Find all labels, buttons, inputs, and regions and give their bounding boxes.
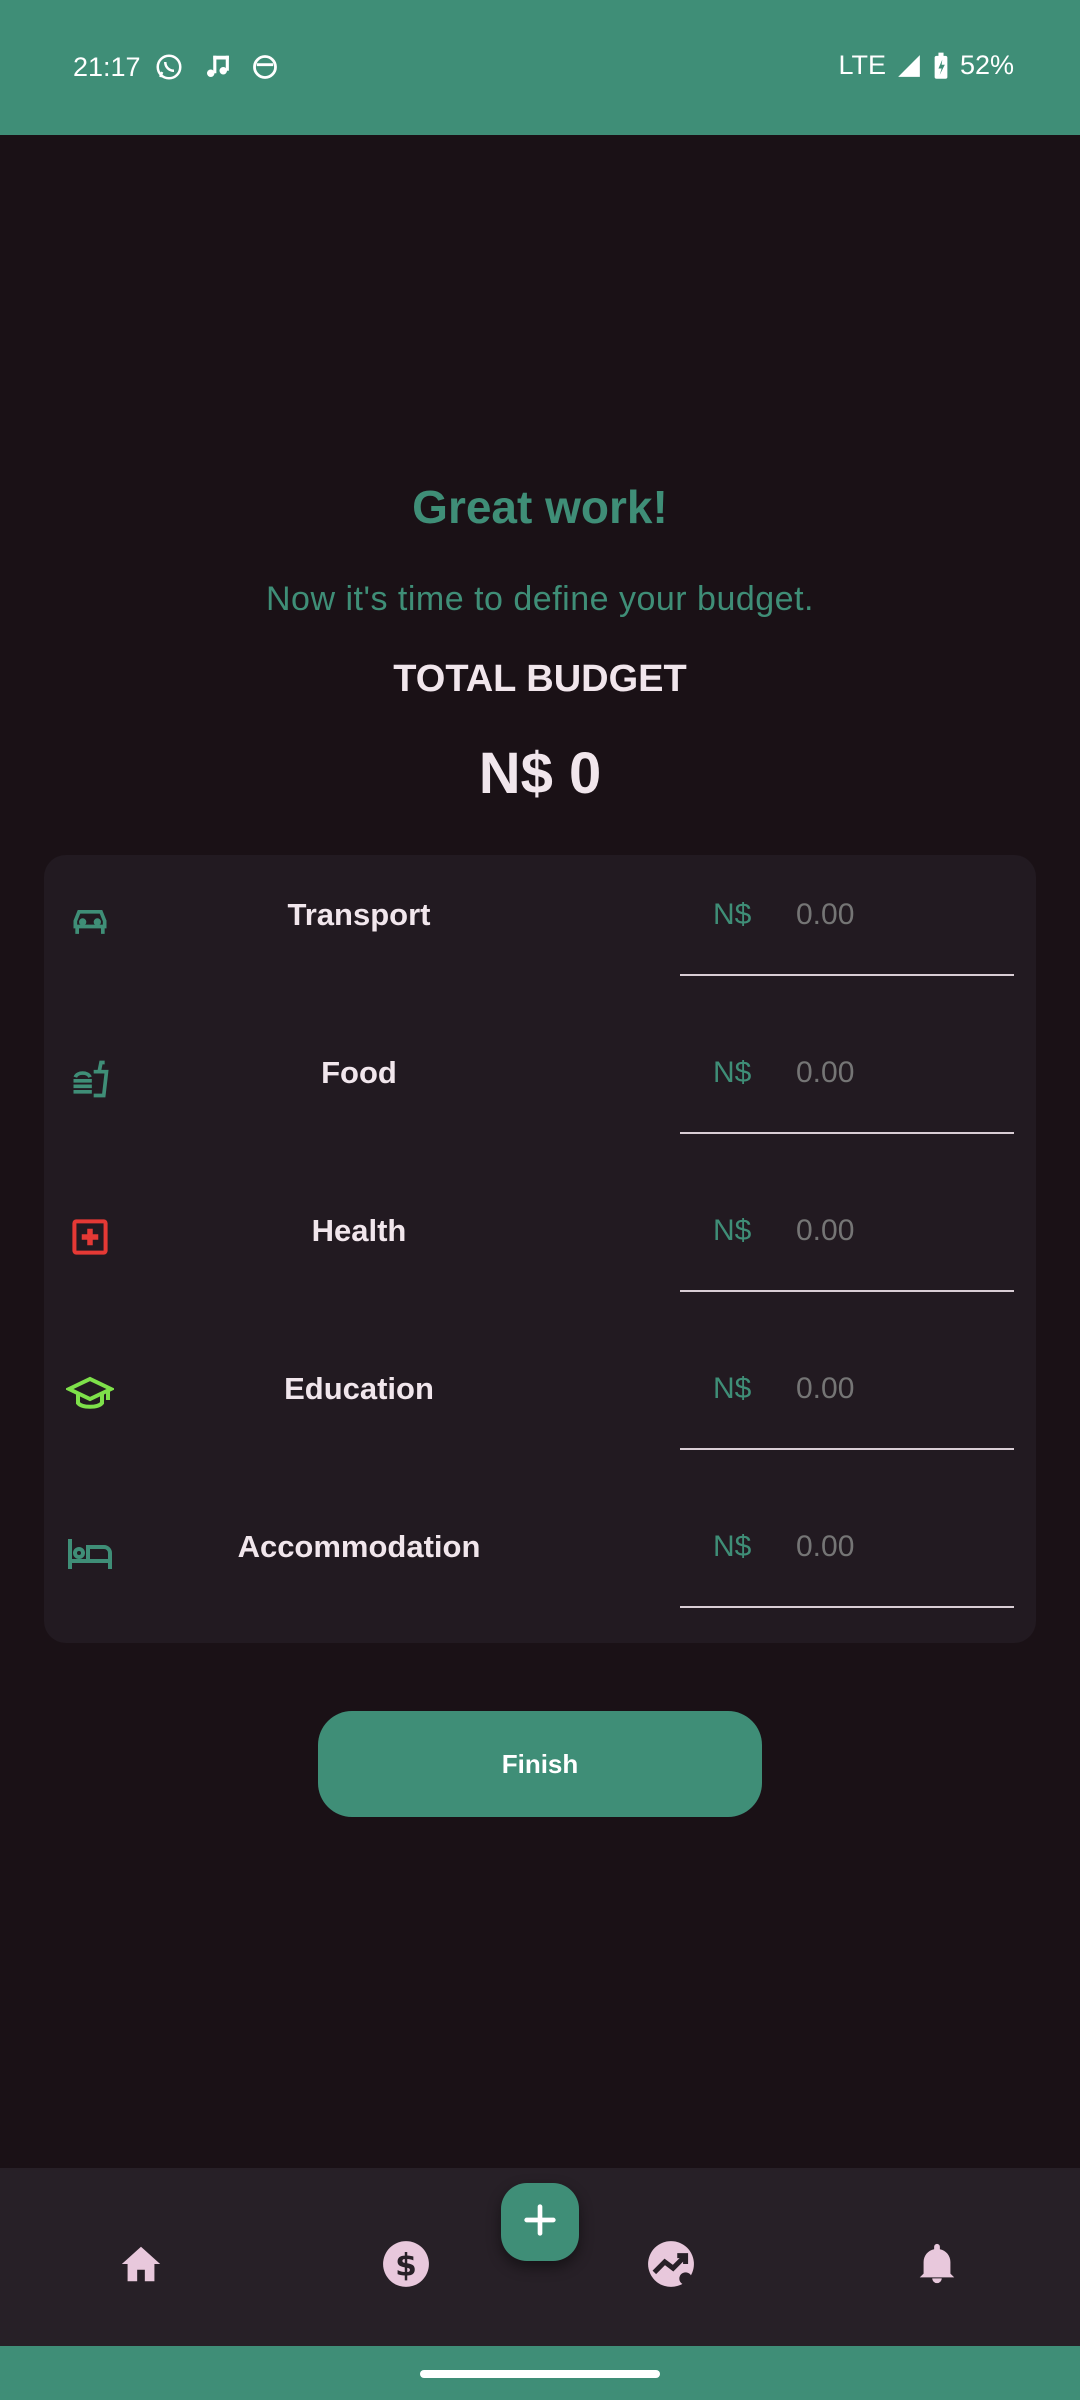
education-amount-input[interactable] xyxy=(796,1372,996,1406)
total-budget-value: N$ 0 xyxy=(478,741,602,806)
add-icon xyxy=(520,2200,560,2245)
whatsapp-icon xyxy=(152,50,186,84)
graduation-cap-icon xyxy=(64,1369,116,1421)
gesture-bar xyxy=(0,2346,1080,2400)
category-row-food: Food N$ xyxy=(44,1013,1036,1171)
category-label: Accommodation xyxy=(237,1529,481,1564)
currency-label: N$ xyxy=(713,1372,752,1405)
category-label: Education xyxy=(284,1371,434,1406)
status-right: LTE 52% xyxy=(838,50,1014,81)
home-icon[interactable] xyxy=(111,2234,171,2294)
total-budget-label: TOTAL BUDGET xyxy=(393,658,687,700)
budget-header: Great work! Now it's time to define your… xyxy=(0,480,1080,806)
category-row-accommodation: Accommodation N$ xyxy=(44,1487,1036,1645)
chart-icon[interactable] xyxy=(641,2234,701,2294)
medical-icon xyxy=(64,1211,116,1263)
page-title: Great work! xyxy=(412,481,668,533)
category-row-education: Education N$ xyxy=(44,1329,1036,1487)
category-label: Food xyxy=(321,1055,397,1090)
page-subtitle: Now it's time to define your budget. xyxy=(266,580,814,618)
currency-label: N$ xyxy=(713,1214,752,1247)
budget-categories-card: Transport N$ Food N$ Health N$ Education… xyxy=(44,855,1036,1643)
input-underline xyxy=(680,1290,1014,1292)
input-underline xyxy=(680,1448,1014,1450)
input-underline xyxy=(680,974,1014,976)
network-label: LTE xyxy=(838,50,886,80)
food-amount-input[interactable] xyxy=(796,1056,996,1090)
category-row-health: Health N$ xyxy=(44,1171,1036,1329)
signal-icon xyxy=(896,53,922,79)
battery-icon xyxy=(932,52,950,80)
finish-button[interactable]: Finish xyxy=(318,1711,762,1817)
input-underline xyxy=(680,1132,1014,1134)
fastfood-icon xyxy=(64,1053,116,1105)
music-icon xyxy=(200,50,234,84)
notification-icons xyxy=(152,50,282,84)
bell-icon[interactable] xyxy=(907,2234,967,2294)
gesture-handle[interactable] xyxy=(420,2370,660,2378)
currency-label: N$ xyxy=(713,1056,752,1089)
status-bar: 21:17 LTE 52% xyxy=(0,0,1080,135)
svg-text:$: $ xyxy=(395,2247,417,2283)
transport-amount-input[interactable] xyxy=(796,898,996,932)
category-row-transport: Transport N$ xyxy=(44,855,1036,1013)
category-label: Health xyxy=(311,1213,407,1248)
add-button[interactable] xyxy=(501,2183,579,2261)
dollar-icon[interactable]: $ xyxy=(376,2234,436,2294)
input-underline xyxy=(680,1606,1014,1608)
bed-icon xyxy=(64,1527,116,1579)
health-amount-input[interactable] xyxy=(796,1214,996,1248)
status-time: 21:17 xyxy=(73,52,141,82)
currency-label: N$ xyxy=(713,1530,752,1563)
accommodation-amount-input[interactable] xyxy=(796,1530,996,1564)
currency-label: N$ xyxy=(713,898,752,931)
face-icon xyxy=(248,50,282,84)
category-label: Transport xyxy=(287,897,431,932)
car-icon xyxy=(64,895,116,947)
battery-percent: 52% xyxy=(959,50,1014,80)
